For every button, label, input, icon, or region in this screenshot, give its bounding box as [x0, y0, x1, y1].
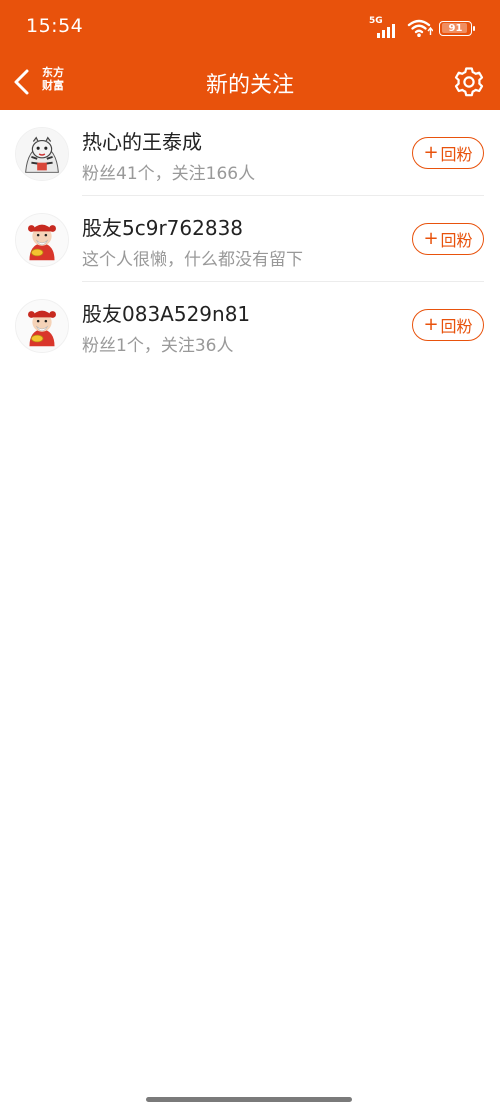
follower-row[interactable]: 股友083A529n81 粉丝1个，关注36人 + 回粉: [0, 282, 500, 368]
tiger-avatar-icon: [16, 128, 68, 180]
battery-level: 91: [448, 22, 463, 34]
follow-back-label: 回粉: [440, 231, 473, 250]
avatar[interactable]: [15, 213, 69, 267]
signal-icon: 5G: [369, 16, 401, 38]
follow-back-button[interactable]: + 回粉: [412, 309, 484, 341]
status-bar: 15:54 5G 91: [0, 0, 500, 55]
follower-name[interactable]: 股友083A529n81: [82, 298, 250, 327]
follower-name[interactable]: 热心的王泰成: [82, 126, 202, 155]
navigation-bar: 东方 财富 新的关注: [0, 55, 500, 110]
follow-back-label: 回粉: [440, 317, 473, 336]
plus-icon: +: [423, 228, 439, 249]
follower-subtitle: 粉丝41个，关注166人: [82, 164, 256, 184]
follower-subtitle: 这个人很懒，什么都没有留下: [82, 250, 303, 270]
avatar[interactable]: [15, 127, 69, 181]
page-title: 新的关注: [205, 73, 294, 98]
followers-list: 热心的王泰成 粉丝41个，关注166人 + 回粉 股友5c9r762838 这个…: [0, 110, 500, 368]
follow-back-button[interactable]: + 回粉: [412, 223, 484, 255]
status-time: 15:54: [26, 15, 84, 37]
follow-back-button[interactable]: + 回粉: [412, 137, 484, 169]
fortune-god-avatar-icon: [16, 214, 68, 266]
follower-name[interactable]: 股友5c9r762838: [82, 212, 243, 241]
home-indicator[interactable]: [146, 1097, 352, 1102]
follower-row[interactable]: 股友5c9r762838 这个人很懒，什么都没有留下 + 回粉: [0, 196, 500, 282]
follower-row[interactable]: 热心的王泰成 粉丝41个，关注166人 + 回粉: [0, 110, 500, 196]
follower-subtitle: 粉丝1个，关注36人: [82, 336, 234, 356]
fortune-god-avatar-icon: [16, 300, 68, 352]
avatar[interactable]: [15, 299, 69, 353]
settings-gear-icon[interactable]: [452, 65, 486, 99]
app-header: 15:54 5G 91 东方 财富 新的关注: [0, 0, 500, 110]
plus-icon: +: [423, 142, 439, 163]
battery-icon: 91: [439, 20, 475, 36]
follow-back-label: 回粉: [440, 145, 473, 164]
plus-icon: +: [423, 314, 439, 335]
status-icons: 5G 91: [369, 16, 475, 39]
new-followers-screen: 15:54 5G 91 东方 财富 新的关注 热心的王泰成 粉丝41个，关注16…: [0, 0, 500, 1113]
wifi-icon: [407, 19, 433, 37]
